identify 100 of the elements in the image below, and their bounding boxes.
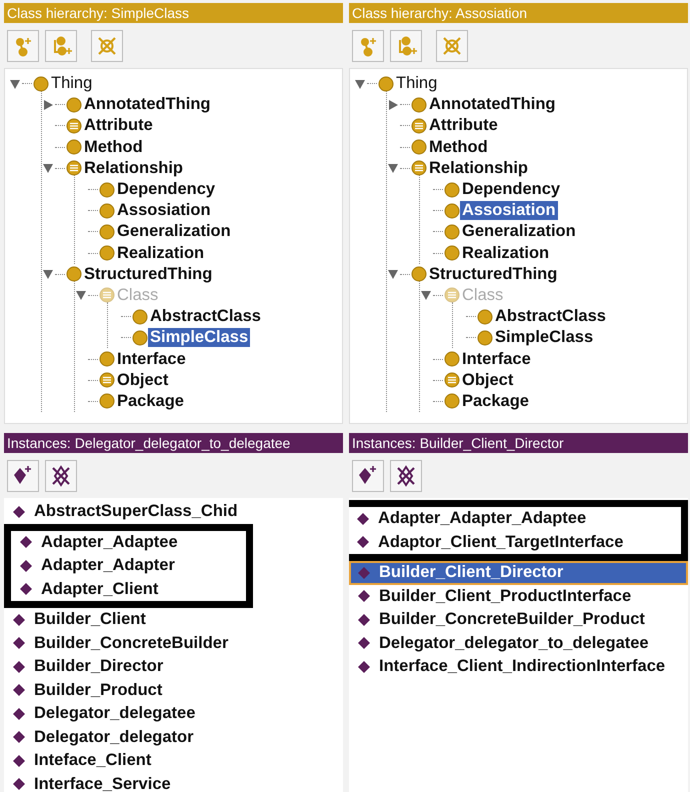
collapse-triangle-icon[interactable] bbox=[42, 268, 54, 280]
collapse-triangle-icon[interactable] bbox=[42, 162, 54, 174]
add-individual-button[interactable] bbox=[352, 460, 384, 492]
equivalent-class-icon bbox=[411, 160, 427, 176]
panel-title: Instances: Delegator_delegator_to_delegatee bbox=[4, 433, 343, 453]
class-icon bbox=[477, 330, 493, 346]
class-icon bbox=[378, 76, 394, 92]
individual-item[interactable]: Adapter_Client bbox=[11, 578, 246, 601]
class-label[interactable]: Thing bbox=[49, 74, 94, 94]
individual-item[interactable]: Builder_Client bbox=[4, 608, 343, 632]
class-label[interactable]: AnnotatedThing bbox=[82, 95, 212, 114]
class-label[interactable]: Relationship bbox=[82, 158, 186, 178]
class-label[interactable]: Attribute bbox=[82, 116, 155, 136]
individual-icon bbox=[357, 589, 371, 604]
individual-icon bbox=[12, 777, 26, 792]
expand-triangle-icon[interactable] bbox=[387, 98, 399, 111]
class-icon bbox=[444, 202, 460, 219]
class-label[interactable]: Package bbox=[115, 392, 186, 411]
individual-item[interactable]: Adapter_Adaptee bbox=[11, 530, 246, 554]
equivalent-class-icon bbox=[66, 118, 82, 134]
class-icon bbox=[132, 330, 148, 346]
class-icon bbox=[66, 96, 82, 113]
class-icon bbox=[132, 308, 148, 325]
class-label[interactable]: Dependency bbox=[115, 180, 218, 200]
class-label[interactable]: Thing bbox=[394, 74, 440, 94]
individual-item[interactable]: Builder_ConcreteBuilder_Product bbox=[349, 608, 688, 632]
collapse-triangle-icon[interactable] bbox=[354, 78, 366, 90]
individual-item[interactable]: Delegator_delegator_to_delegatee bbox=[349, 632, 688, 655]
individual-item[interactable]: AbstractSuperClass_Chid bbox=[4, 500, 343, 524]
class-label[interactable]: SimpleClass bbox=[148, 328, 250, 348]
class-label[interactable]: Relationship bbox=[427, 158, 530, 178]
individual-item[interactable]: Builder_Client_Director bbox=[349, 561, 688, 584]
class-icon bbox=[411, 139, 427, 156]
class-label[interactable]: Method bbox=[427, 138, 490, 157]
individual-icon bbox=[357, 636, 371, 650]
class-label[interactable]: Generalization bbox=[460, 222, 578, 242]
delete-individual-button[interactable] bbox=[390, 460, 422, 492]
equivalent-class-icon bbox=[444, 287, 460, 304]
class-label[interactable]: Generalization bbox=[115, 222, 233, 242]
class-icon bbox=[99, 393, 115, 410]
individual-item[interactable]: Adapter_Adapter bbox=[11, 554, 246, 578]
collapse-triangle-icon[interactable] bbox=[75, 289, 87, 302]
class-label[interactable]: Realization bbox=[115, 244, 206, 263]
individual-item[interactable]: Delegator_delegator bbox=[4, 726, 343, 749]
class-label[interactable]: Interface bbox=[460, 350, 533, 369]
class-label[interactable]: Method bbox=[82, 138, 145, 157]
collapse-triangle-icon[interactable] bbox=[387, 268, 399, 280]
class-label[interactable]: Dependency bbox=[460, 180, 562, 200]
individual-item[interactable]: Interface_Service bbox=[4, 772, 343, 792]
individual-icon bbox=[12, 706, 26, 721]
class-label[interactable]: AbstractClass bbox=[148, 307, 263, 326]
class-label[interactable]: Realization bbox=[460, 244, 552, 263]
individual-icon bbox=[12, 754, 26, 768]
class-icon bbox=[444, 224, 460, 240]
class-label[interactable]: StructuredThing bbox=[427, 264, 560, 284]
class-label[interactable]: Assosiation bbox=[115, 201, 213, 220]
collapse-triangle-icon[interactable] bbox=[420, 289, 432, 302]
class-icon bbox=[66, 139, 82, 156]
individual-icon bbox=[356, 535, 370, 550]
equivalent-class-icon bbox=[99, 372, 115, 388]
panel-title: Class hierarchy: SimpleClass bbox=[4, 3, 343, 23]
class-icon bbox=[444, 245, 460, 262]
individual-icon bbox=[12, 636, 26, 650]
collapse-triangle-icon[interactable] bbox=[9, 78, 21, 90]
class-icon bbox=[444, 351, 460, 368]
class-label[interactable]: Interface bbox=[115, 350, 188, 369]
delete-icon bbox=[49, 464, 73, 488]
individual-item[interactable]: Builder_Client_ProductInterface bbox=[349, 584, 688, 608]
individual-item[interactable]: Inteface_Client bbox=[4, 749, 343, 772]
individual-icon bbox=[12, 683, 26, 698]
individual-icon bbox=[19, 582, 33, 596]
individual-item[interactable]: Interface_Client_IndirectionInterface bbox=[349, 655, 688, 678]
class-label[interactable]: AnnotatedThing bbox=[427, 95, 558, 114]
class-label[interactable]: Assosiation bbox=[460, 201, 558, 220]
individual-item[interactable]: Delegator_delegatee bbox=[4, 702, 343, 726]
individual-icon bbox=[357, 566, 371, 580]
individual-item[interactable]: Adapter_Adapter_Adaptee bbox=[349, 507, 681, 530]
class-label[interactable]: Attribute bbox=[427, 116, 500, 136]
individual-icon bbox=[356, 512, 370, 526]
class-icon bbox=[99, 245, 115, 262]
add-individual-button[interactable] bbox=[7, 460, 39, 492]
class-label[interactable]: Package bbox=[460, 392, 531, 411]
individual-item[interactable]: Builder_Director bbox=[4, 655, 343, 678]
delete-individual-button[interactable] bbox=[45, 460, 77, 492]
individual-item[interactable]: Adaptor_Client_TargetInterface bbox=[349, 530, 681, 554]
class-label[interactable]: StructuredThing bbox=[82, 264, 214, 284]
class-icon bbox=[33, 76, 49, 92]
collapse-triangle-icon[interactable] bbox=[387, 162, 399, 174]
class-label[interactable]: SimpleClass bbox=[493, 328, 596, 348]
class-icon bbox=[66, 266, 82, 282]
equivalent-class-icon bbox=[99, 287, 115, 304]
individual-icon bbox=[19, 535, 33, 550]
individual-icon bbox=[357, 612, 371, 627]
class-label[interactable]: AbstractClass bbox=[493, 307, 608, 326]
class-label[interactable]: Object bbox=[460, 370, 516, 390]
individual-item[interactable]: Builder_ConcreteBuilder bbox=[4, 632, 343, 655]
individual-item[interactable]: Builder_Product bbox=[4, 678, 343, 702]
expand-triangle-icon[interactable] bbox=[42, 98, 54, 111]
class-icon bbox=[444, 393, 460, 410]
class-label[interactable]: Object bbox=[115, 370, 170, 390]
